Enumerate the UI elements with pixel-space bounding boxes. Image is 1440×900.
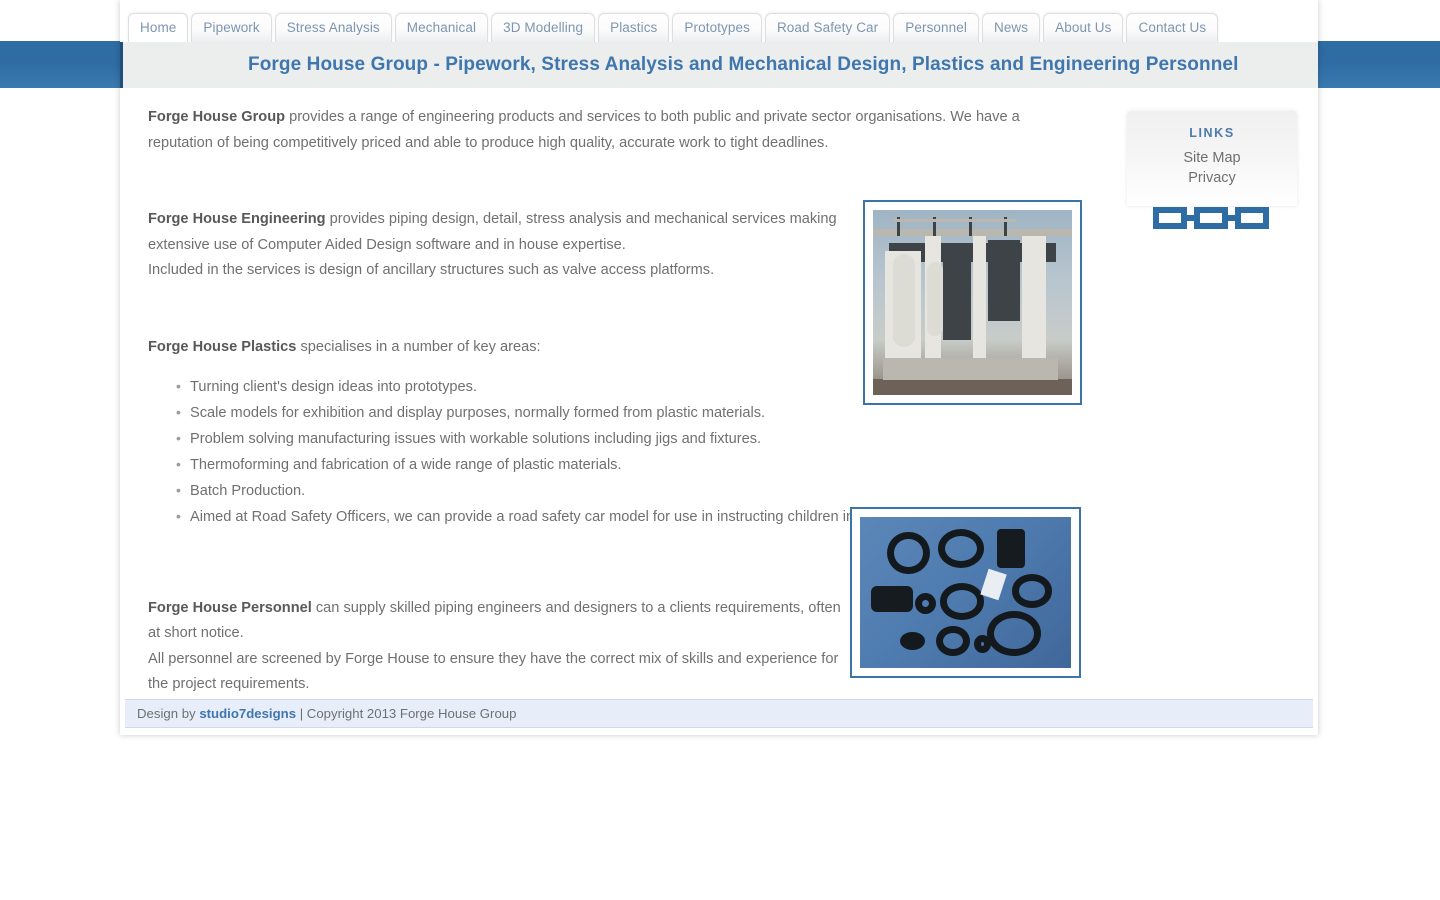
- plastics-part-bush: [973, 634, 991, 653]
- pipework-photo-inner: [873, 210, 1072, 395]
- nav-tab-3d-modelling[interactable]: 3D Modelling: [491, 13, 596, 42]
- plastics-photo-inner: [860, 517, 1071, 668]
- nav-tab-stress-analysis[interactable]: Stress Analysis: [274, 13, 392, 42]
- plastic-components-photo: [850, 507, 1081, 678]
- nav-tab-prototypes[interactable]: Prototypes: [672, 13, 762, 42]
- nav-tab-home[interactable]: Home: [128, 13, 189, 42]
- page-root: Home Pipework Stress Analysis Mechanical 3D …: [0, 0, 1440, 900]
- pipework-column-c: [1022, 232, 1047, 362]
- key-area-item: Thermoforming and fabrication of a wide …: [176, 452, 1108, 479]
- nav-tab-mechanical[interactable]: Mechanical: [394, 13, 489, 42]
- plastics-part-disc: [900, 631, 926, 650]
- plastics-part-sleeve: [997, 529, 1025, 569]
- key-area-item: Batch Production.: [176, 478, 1108, 505]
- paragraph-extra-personnel: All personnel are screened by Forge Hous…: [148, 650, 839, 693]
- links-heading: LINKS: [1189, 126, 1235, 140]
- plastics-part-cylinder-a: [887, 532, 930, 575]
- nav-tab-road-safety-car[interactable]: Road Safety Car: [764, 13, 891, 42]
- pipework-recess: [942, 247, 971, 340]
- nav-tab-pipework[interactable]: Pipework: [191, 13, 272, 42]
- pipework-module-photo: [863, 200, 1082, 405]
- pipework-top-rail: [873, 228, 1072, 236]
- pipework-base-skid: [882, 358, 1059, 381]
- nav-tab-plastics[interactable]: Plastics: [598, 13, 670, 42]
- plastics-part-cone: [1011, 574, 1052, 608]
- pipework-pipe-bend: [926, 261, 943, 336]
- pipework-handrail-bar: [892, 219, 1017, 223]
- footer-bar: Design by studio7designs | Copyright 201…: [125, 699, 1313, 728]
- paragraph-engineering: Forge House Engineering provides piping …: [148, 207, 848, 284]
- nav-tab-news[interactable]: News: [981, 13, 1041, 42]
- site-container: Home Pipework Stress Analysis Mechanical 3D …: [120, 0, 1318, 735]
- pipework-column-b: [972, 232, 987, 362]
- paragraph-lead-personnel: Forge House Personnel: [148, 599, 312, 616]
- pipework-recess-b: [988, 239, 1021, 321]
- plastics-part-gear-ring: [986, 610, 1042, 656]
- pipework-pipe-large: [892, 254, 915, 347]
- sidebar-link-site-map[interactable]: Site Map: [1127, 150, 1297, 166]
- designer-link[interactable]: studio7designs: [199, 706, 296, 721]
- plastics-part-small-cap: [914, 592, 936, 614]
- main-navigation: Home Pipework Stress Analysis Mechanical 3D …: [128, 12, 1221, 42]
- footer-text: Design by studio7designs | Copyright 201…: [137, 706, 516, 721]
- paragraph-lead-plastics: Forge House Plastics: [148, 338, 297, 355]
- title-band-left-edge: [120, 42, 123, 88]
- nav-tab-personnel[interactable]: Personnel: [893, 13, 979, 42]
- sidebar-link-privacy[interactable]: Privacy: [1127, 170, 1297, 186]
- nav-tab-about-us[interactable]: About Us: [1043, 13, 1124, 42]
- plastics-part-collar: [935, 625, 970, 656]
- page-title: Forge House Group - Pipework, Stress Ana…: [248, 54, 1239, 75]
- footer-suffix: | Copyright 2013 Forge House Group: [296, 706, 517, 721]
- plastics-part-split-ring: [940, 583, 985, 620]
- paragraph-group: Forge House Group provides a range of en…: [148, 105, 1088, 156]
- nav-tab-contact-us[interactable]: Contact Us: [1126, 13, 1219, 42]
- plastics-part-bellows: [870, 586, 913, 613]
- paragraph-personnel: Forge House Personnel can supply skilled…: [148, 596, 848, 698]
- paragraph-lead-group: Forge House Group: [148, 109, 286, 125]
- pipework-ground: [873, 379, 1072, 395]
- chain-link-icon[interactable]: [1152, 203, 1272, 233]
- paragraph-lead-engineering: Forge House Engineering: [148, 211, 326, 227]
- paragraph-text-plastics: specialises in a number of key areas:: [296, 338, 541, 355]
- footer-prefix: Design by: [137, 706, 200, 721]
- key-area-item: Problem solving manufacturing issues wit…: [176, 426, 1108, 453]
- paragraph-extra-engineering: Included in the services is design of an…: [148, 262, 715, 278]
